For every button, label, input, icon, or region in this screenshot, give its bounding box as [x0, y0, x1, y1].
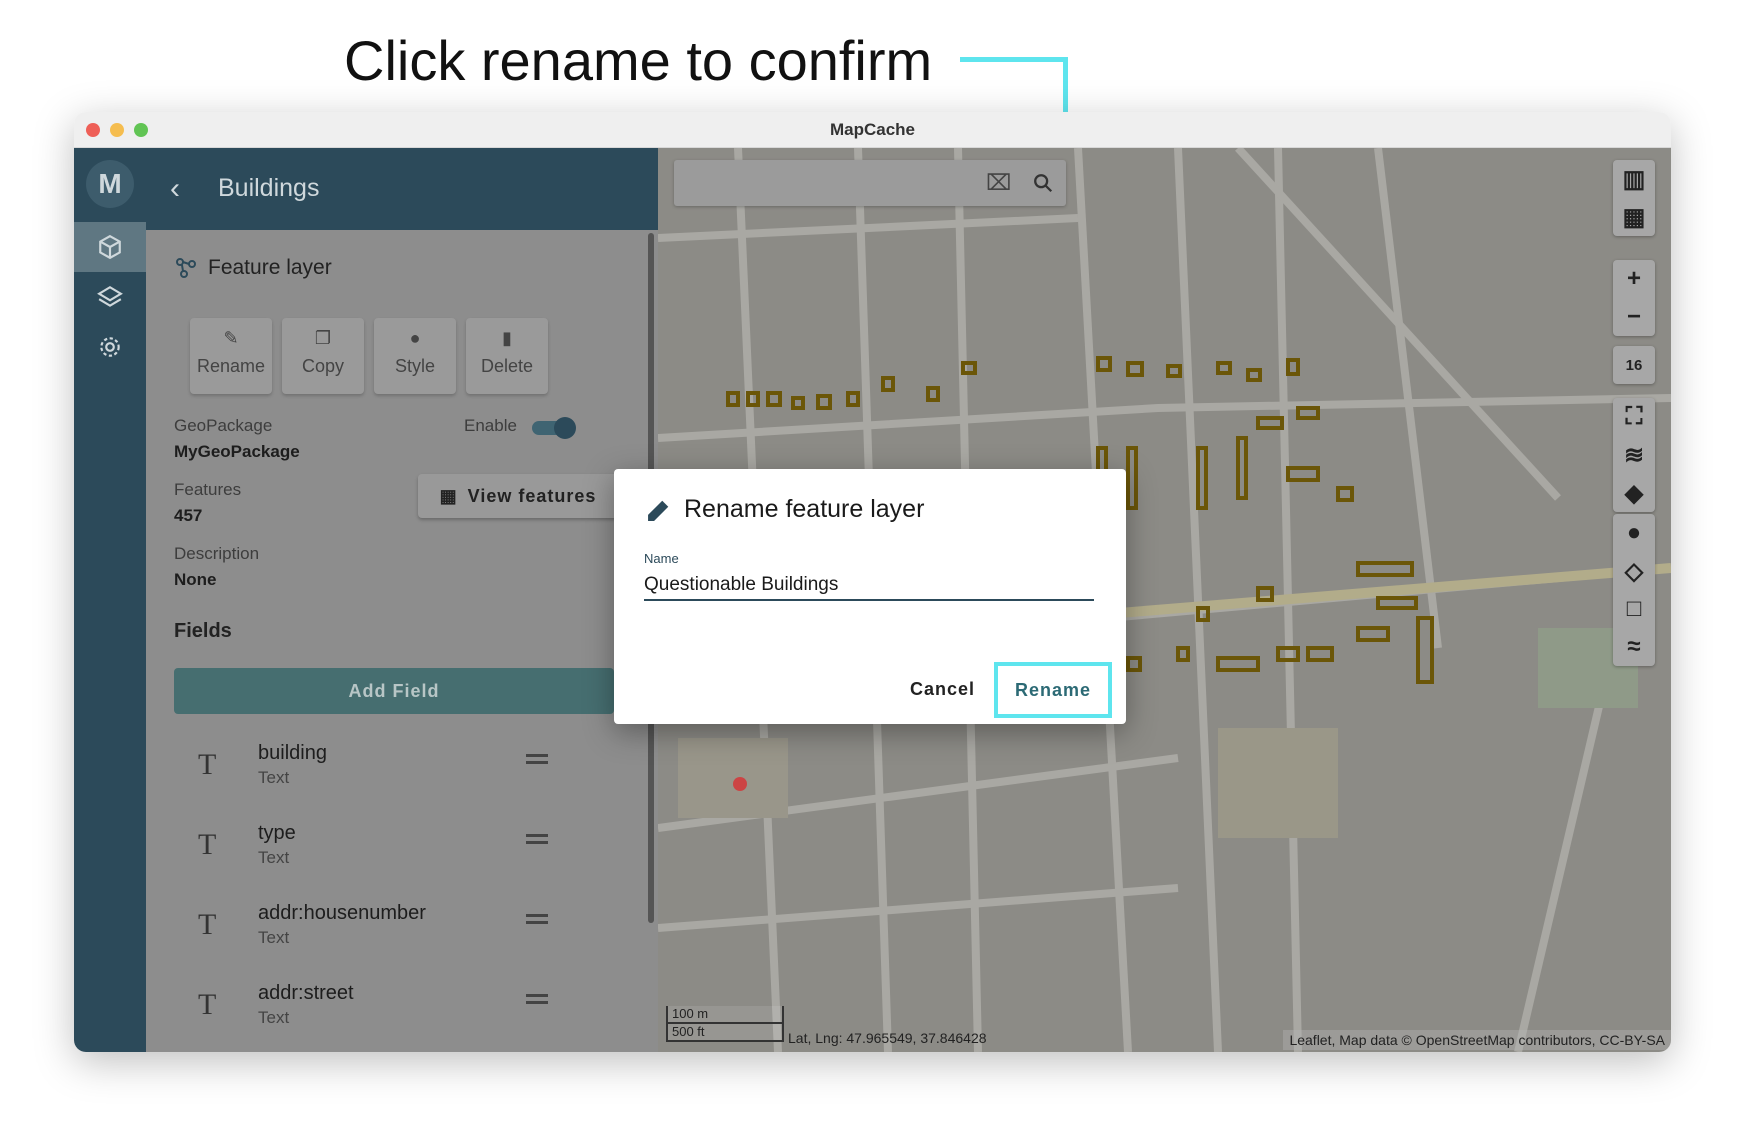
text-type-icon: T: [198, 748, 217, 781]
basemap-map-icon[interactable]: ▥: [1613, 160, 1655, 198]
zoom-level-display: 16: [1613, 346, 1655, 384]
text-type-icon: T: [198, 988, 217, 1021]
section-title: Feature layer: [208, 256, 332, 279]
description-label: Description: [174, 544, 260, 563]
geopackage-value: MyGeoPackage: [174, 442, 300, 461]
drag-handle-icon[interactable]: [526, 834, 548, 848]
trash-icon: ▮: [502, 328, 512, 348]
name-field[interactable]: [644, 571, 1094, 601]
zoom-controls: + −: [1613, 260, 1655, 336]
features-label: Features: [174, 480, 242, 499]
annotation-caption: Click rename to confirm: [344, 29, 933, 92]
field-row[interactable]: T addr:housenumber Text: [146, 898, 658, 968]
dialog-title: Rename feature layer: [684, 495, 925, 523]
field-type: Text: [258, 1008, 290, 1027]
view-features-label: View features: [467, 485, 597, 506]
features-count: 457: [174, 506, 203, 525]
map-off-icon[interactable]: ⌧: [986, 170, 1011, 196]
layer-controls: ⛶ ≋ ◆: [1613, 398, 1655, 512]
copy-action-label: Copy: [301, 356, 345, 376]
rename-button[interactable]: Rename: [994, 662, 1112, 718]
drag-handle-icon[interactable]: [526, 994, 548, 1008]
feature-nodes-icon: [176, 258, 196, 278]
style-action-button[interactable]: ● Style: [374, 318, 456, 394]
draw-rectangle-icon[interactable]: □: [1613, 590, 1655, 628]
text-type-icon: T: [198, 908, 217, 941]
map-search-bar[interactable]: ⌧: [674, 160, 1066, 206]
panel-header: ‹ Buildings: [146, 148, 658, 230]
copy-icon: ❐: [314, 328, 332, 348]
layers-off-icon[interactable]: ≋: [1613, 436, 1655, 474]
rename-action-label: Rename: [196, 356, 266, 376]
back-arrow-icon[interactable]: ‹: [170, 172, 180, 206]
zoom-in-button[interactable]: +: [1613, 260, 1655, 298]
name-field-label: Name: [644, 551, 679, 566]
titlebar: MapCache: [74, 112, 1671, 148]
view-features-button[interactable]: ▦ View features: [418, 474, 618, 518]
section-heading: Feature layer: [174, 256, 332, 280]
zoom-out-button[interactable]: −: [1613, 298, 1655, 336]
field-type: Text: [258, 928, 290, 947]
style-action-label: Style: [394, 356, 436, 376]
lat-lng-readout: Lat, Lng: 47.965549, 37.846428: [788, 1030, 987, 1046]
field-name: addr:housenumber: [258, 902, 426, 924]
layer-order-icon[interactable]: ◆: [1613, 474, 1655, 512]
map-attribution[interactable]: Leaflet, Map data © OpenStreetMap contri…: [1283, 1030, 1671, 1050]
grid-overlay-icon[interactable]: ▦: [1613, 198, 1655, 236]
description-value: None: [174, 570, 217, 589]
scale-feet: 500 ft: [666, 1024, 784, 1042]
nav-rail: M: [74, 148, 146, 1052]
table-icon: ▦: [439, 485, 458, 506]
map-scale: 100 m 500 ft: [666, 1006, 784, 1042]
field-type: Text: [258, 768, 290, 787]
fields-heading: Fields: [174, 620, 232, 642]
add-field-button[interactable]: Add Field: [174, 668, 614, 714]
scale-meters: 100 m: [666, 1006, 784, 1024]
field-row[interactable]: T building Text: [146, 738, 658, 808]
enable-label: Enable: [464, 416, 517, 435]
field-type: Text: [258, 848, 290, 867]
geopackage-label: GeoPackage: [174, 416, 273, 435]
cube-icon: [99, 234, 121, 260]
delete-action-label: Delete: [480, 356, 534, 376]
marker-icon[interactable]: ●: [1613, 514, 1655, 552]
text-type-icon: T: [198, 828, 217, 861]
zoom-level: 16: [1625, 356, 1643, 374]
delete-action-button[interactable]: ▮ Delete: [466, 318, 548, 394]
field-name: type: [258, 822, 296, 844]
field-name: building: [258, 742, 327, 764]
field-row[interactable]: T addr:street Text: [146, 978, 658, 1048]
panel-title: Buildings: [218, 174, 320, 202]
layers-icon: [97, 285, 123, 307]
field-name: addr:street: [258, 982, 354, 1004]
draw-polyline-icon[interactable]: ≈: [1613, 628, 1655, 666]
rail-geopackage-button[interactable]: [74, 222, 146, 272]
draw-controls: ● ◇ □ ≈: [1613, 514, 1655, 666]
field-row[interactable]: T type Text: [146, 818, 658, 888]
rail-layers-button[interactable]: [74, 272, 146, 322]
window-title: MapCache: [829, 120, 916, 139]
app-logo-icon[interactable]: M: [86, 160, 134, 208]
basemap-controls: ▥ ▦: [1613, 160, 1655, 236]
search-icon[interactable]: [1032, 172, 1054, 194]
drag-handle-icon[interactable]: [526, 914, 548, 928]
cancel-button[interactable]: Cancel: [910, 679, 975, 700]
toggle-thumb: [554, 417, 576, 439]
palette-icon: ●: [409, 328, 421, 348]
gear-icon: [100, 337, 120, 357]
copy-action-button[interactable]: ❐ Copy: [282, 318, 364, 394]
feature-layer-panel: ‹ Buildings Feature layer ✎ Rename ❐ Cop…: [146, 148, 658, 1052]
drag-handle-icon[interactable]: [526, 754, 548, 768]
pencil-icon: ✎: [223, 328, 239, 348]
rename-action-button[interactable]: ✎ Rename: [190, 318, 272, 394]
callout-line-horizontal: [960, 57, 1068, 62]
rail-settings-button[interactable]: [74, 322, 146, 372]
enable-toggle[interactable]: [532, 417, 576, 439]
pencil-icon: [648, 500, 669, 521]
draw-polygon-icon[interactable]: ◇: [1613, 552, 1655, 590]
rename-dialog: Rename feature layer Name Cancel Rename: [614, 469, 1126, 724]
fit-bounds-icon[interactable]: ⛶: [1613, 398, 1655, 436]
